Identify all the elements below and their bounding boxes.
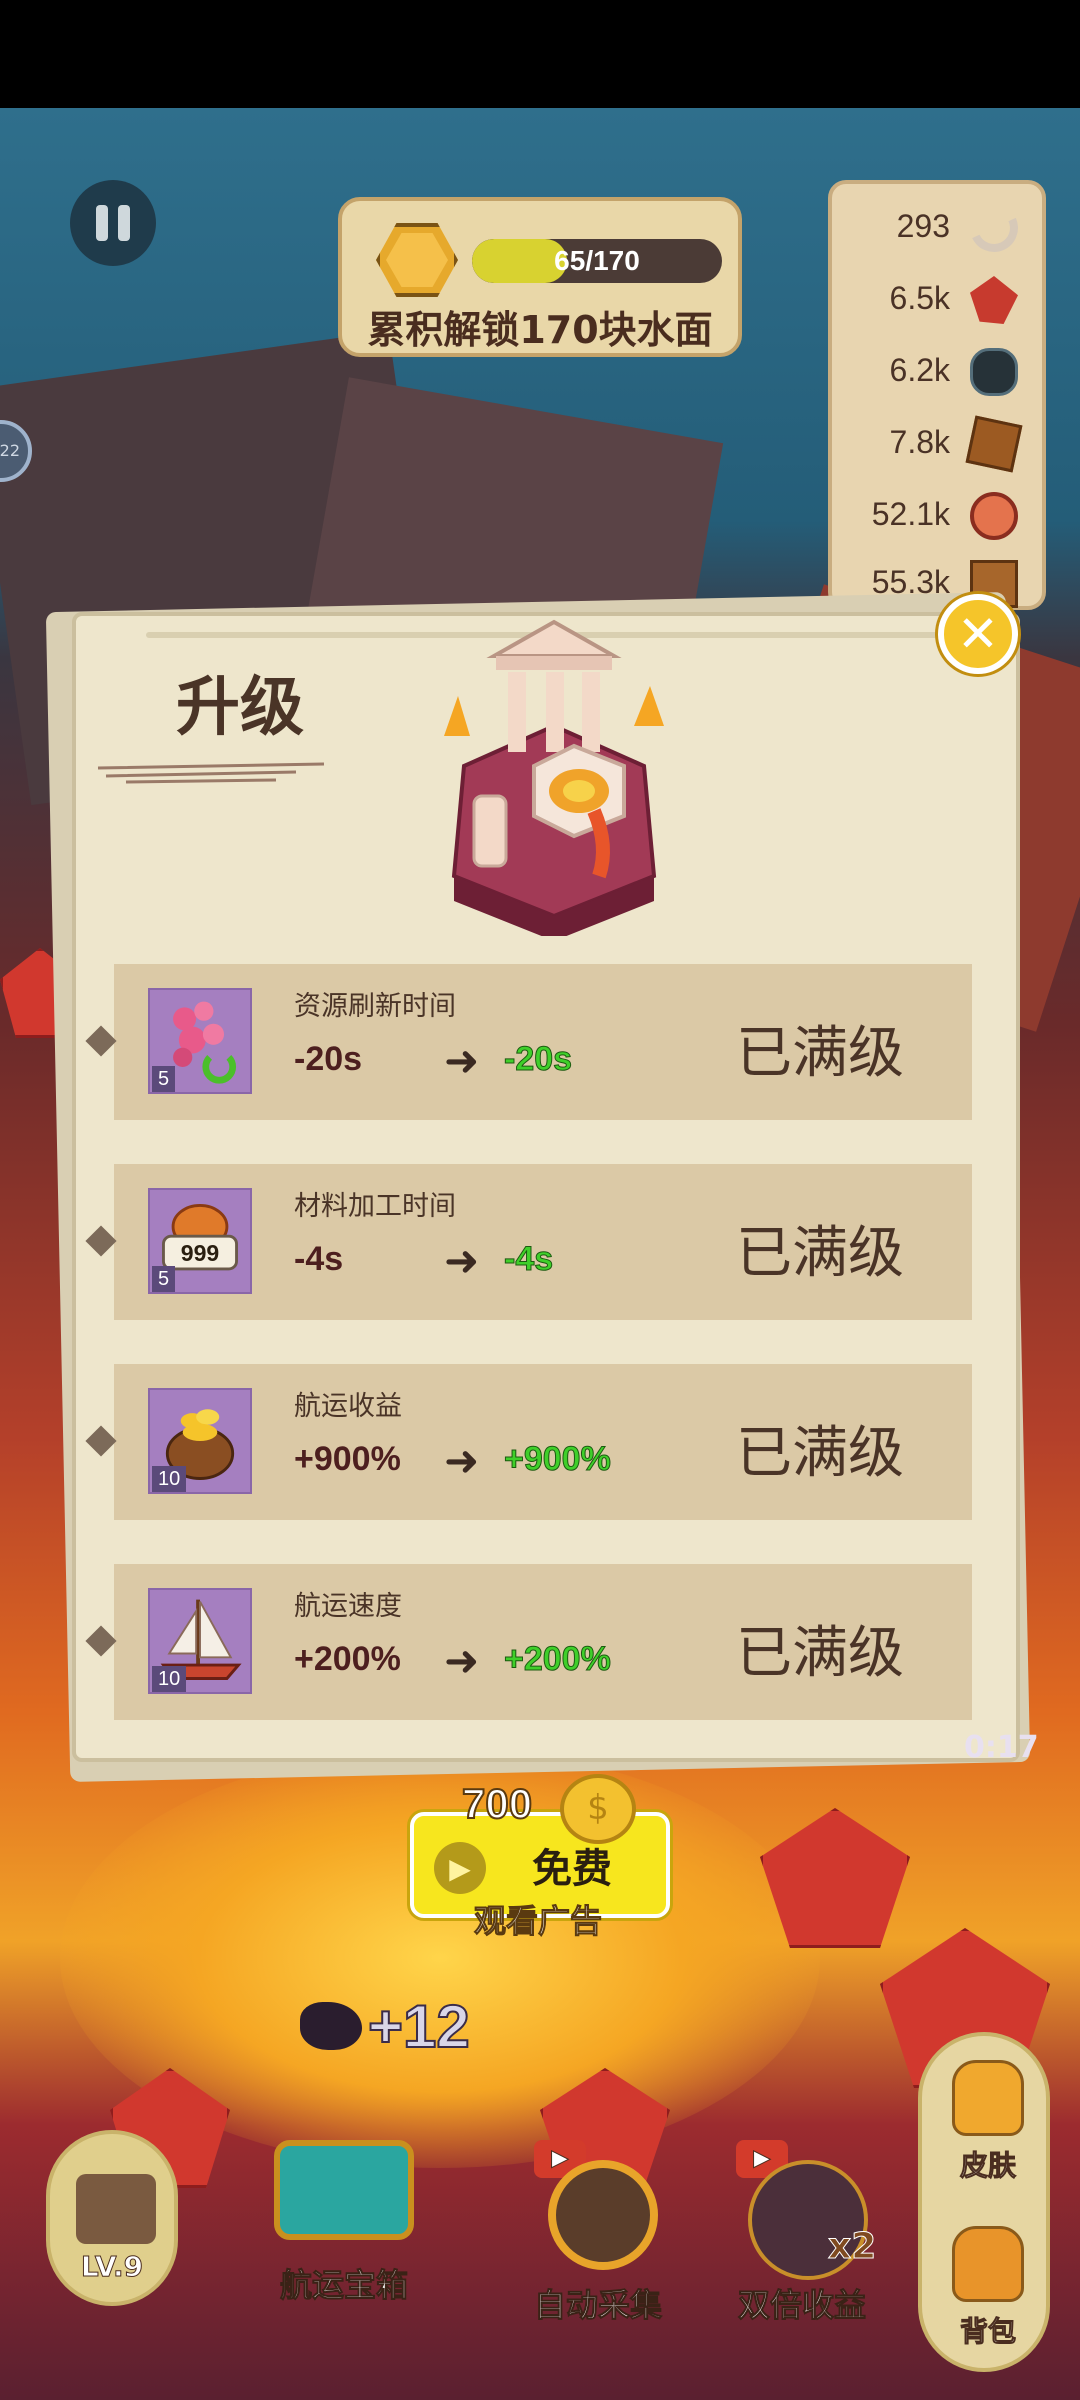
ad-free-label: 免费: [532, 1846, 612, 1892]
bullet-diamond: [85, 1425, 117, 1457]
double-income-button[interactable]: ▶ x2 双倍收益: [732, 2140, 882, 2325]
resource-row: 293: [832, 197, 1042, 259]
resource-value: 6.5k: [889, 280, 950, 316]
level-upgrade-button[interactable]: LV.9: [46, 2130, 178, 2306]
unlock-progress-text: 65/170: [554, 245, 640, 276]
nut-999-icon: 999 5: [148, 1188, 252, 1294]
bullet-diamond: [85, 1025, 117, 1057]
level-badge: 5: [152, 1266, 176, 1292]
resource-value: 7.8k: [889, 424, 950, 460]
backpack-icon: [952, 2226, 1024, 2302]
next-value: -4s: [503, 1240, 554, 1279]
upgrade-row: 10 航运速度 +200% ➜ +200% 已满级: [85, 1564, 972, 1720]
resource-value: 293: [896, 208, 950, 244]
shipping-chest-button[interactable]: 航运宝箱: [254, 2120, 434, 2305]
current-value: +200%: [294, 1640, 401, 1678]
temple-building-icon: [444, 619, 664, 936]
upgrade-row: 10 航运收益 +900% ➜ +900% 已满级: [85, 1364, 972, 1520]
nut-count-text: 999: [181, 1240, 219, 1266]
close-button[interactable]: ✕: [938, 594, 1018, 674]
ore-gain-indicator: +12: [300, 1992, 500, 2062]
bag-label: 背包: [959, 2315, 1016, 2349]
upgrade-name: 资源刷新时间: [294, 991, 456, 1022]
next-value: +200%: [504, 1640, 612, 1679]
wood-block-icon: [965, 415, 1023, 473]
max-level-label: 已满级: [736, 1421, 904, 1486]
resource-panel[interactable]: 293 6.5k 6.2k 7.8k 52.1k 55.3k: [828, 180, 1046, 610]
level-badge: 5: [152, 1066, 176, 1092]
max-level-label: 已满级: [736, 1021, 904, 1086]
auto-collect-label: 自动采集: [533, 2286, 662, 2325]
gold-sack-icon: 10: [148, 1388, 252, 1494]
level-badge: 10: [152, 1466, 187, 1492]
modal-title: 升级: [176, 671, 304, 745]
horn-icon: [963, 197, 1025, 259]
level-badge: 10: [152, 1666, 187, 1692]
upgrade-name: 材料加工时间: [294, 1191, 456, 1222]
resource-value: 52.1k: [871, 496, 950, 532]
play-icon: ▶: [434, 1842, 486, 1894]
bullet-diamond: [85, 1225, 117, 1257]
auto-collect-button[interactable]: ▶ 自动采集: [528, 2140, 678, 2325]
pause-bar: [96, 205, 108, 241]
resource-value: 6.2k: [889, 352, 950, 388]
status-bar: [0, 0, 1080, 108]
upgrade-name: 航运速度: [294, 1591, 402, 1622]
arrow-right-icon: ➜: [444, 1236, 480, 1285]
current-value: -4s: [294, 1240, 344, 1278]
bag-button[interactable]: 背包: [938, 2216, 1038, 2356]
ad-watch-label: 观看广告: [473, 1902, 603, 1941]
ore-icon: [970, 348, 1018, 396]
x2-badge: x2: [827, 2226, 877, 2268]
cooldown-timer: 0:17: [964, 1730, 1039, 1765]
unlock-goal-text: 累积解锁170块水面: [367, 308, 713, 352]
pause-button[interactable]: [70, 180, 156, 266]
gear-icon: [548, 2160, 658, 2270]
side-menu: 皮肤 背包: [918, 2032, 1050, 2372]
close-icon: ✕: [957, 605, 999, 663]
current-value: -20s: [294, 1040, 363, 1078]
upgrade-name: 航运收益: [294, 1391, 402, 1422]
chest-label: 航运宝箱: [279, 2266, 408, 2305]
meat-slice-icon: [970, 492, 1018, 540]
resource-row: 6.2k: [832, 342, 1042, 402]
max-level-label: 已满级: [736, 1221, 904, 1286]
resource-row: 6.5k: [832, 270, 1042, 330]
title-underline-scribble: [97, 762, 325, 784]
red-gem-icon: [970, 276, 1018, 324]
ad-reward-amount: 700: [461, 1779, 533, 1828]
coral-icon: 5: [148, 988, 252, 1094]
next-value: -20s: [503, 1040, 573, 1079]
max-level-label: 已满级: [736, 1621, 904, 1686]
sailboat-icon: 10: [148, 1588, 252, 1694]
ore-icon: [300, 2002, 362, 2050]
double-income-label: 双倍收益: [737, 2286, 866, 2325]
backpack-skin-icon: [952, 2060, 1024, 2136]
watch-ad-button[interactable]: ▶ 免费 观看广告: [410, 1812, 670, 1941]
upgrade-row: 5 资源刷新时间 -20s ➜ -20s 已满级: [85, 964, 972, 1120]
level-label: LV.9: [80, 2250, 144, 2284]
skin-label: 皮肤: [959, 2149, 1016, 2183]
gold-coin-icon: $: [560, 1774, 636, 1844]
arrow-right-icon: ➜: [444, 1036, 480, 1085]
arrow-right-icon: ➜: [444, 1636, 480, 1685]
hammer-icon: [76, 2174, 156, 2244]
upgrade-modal: 升级 5 资源刷新时间 -20s ➜ -20s 已满级 999 5 材料加工时间…: [72, 612, 1020, 1762]
skin-button[interactable]: 皮肤: [938, 2050, 1038, 2190]
pause-bar: [118, 205, 130, 241]
unlock-goal-panel: 65/170 累积解锁170块水面: [338, 197, 742, 357]
bullet-diamond: [85, 1625, 117, 1657]
resource-row: 52.1k: [832, 486, 1042, 546]
upgrade-row: 999 5 材料加工时间 -4s ➜ -4s 已满级: [85, 1164, 972, 1320]
next-value: +900%: [504, 1440, 612, 1479]
resource-row: 7.8k: [832, 414, 1042, 474]
treasure-chest-icon: [274, 2140, 414, 2240]
arrow-right-icon: ➜: [444, 1436, 480, 1485]
hex-tile-icon: [376, 223, 458, 297]
current-value: +900%: [294, 1440, 401, 1478]
gain-amount: +12: [367, 1992, 471, 2061]
